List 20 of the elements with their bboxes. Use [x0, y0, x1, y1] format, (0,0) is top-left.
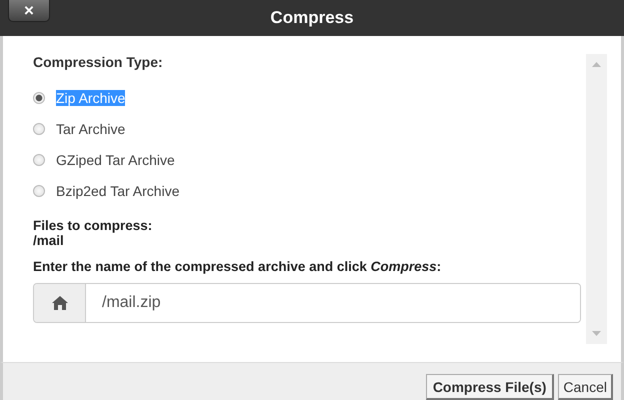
option-label[interactable]: GZiped Tar Archive — [56, 152, 175, 168]
scrollbar[interactable] — [586, 54, 607, 344]
files-label: Files to compress: — [33, 218, 154, 233]
cancel-button[interactable]: Cancel — [558, 374, 613, 400]
option-label[interactable]: Bzip2ed Tar Archive — [56, 182, 180, 198]
radio-button[interactable] — [33, 184, 45, 196]
close-button[interactable]: × — [8, 0, 50, 22]
home-icon — [52, 296, 68, 310]
radio-button[interactable] — [33, 122, 45, 134]
radio-button[interactable] — [33, 92, 45, 104]
scroll-up-icon[interactable] — [592, 62, 601, 67]
section-label: Compression Type: — [33, 54, 164, 70]
option-label[interactable]: Tar Archive — [56, 120, 126, 136]
archive-name-field[interactable]: /mail.zip — [33, 283, 581, 323]
radio-button[interactable] — [33, 154, 45, 166]
compress-button[interactable]: Compress File(s) — [426, 374, 554, 400]
file-path: /mail — [33, 233, 65, 248]
instruction-text: Enter the name of the compressed archive and click Compress: — [33, 259, 442, 274]
scroll-down-icon[interactable] — [592, 331, 601, 336]
window-title: Compress — [270, 8, 354, 28]
